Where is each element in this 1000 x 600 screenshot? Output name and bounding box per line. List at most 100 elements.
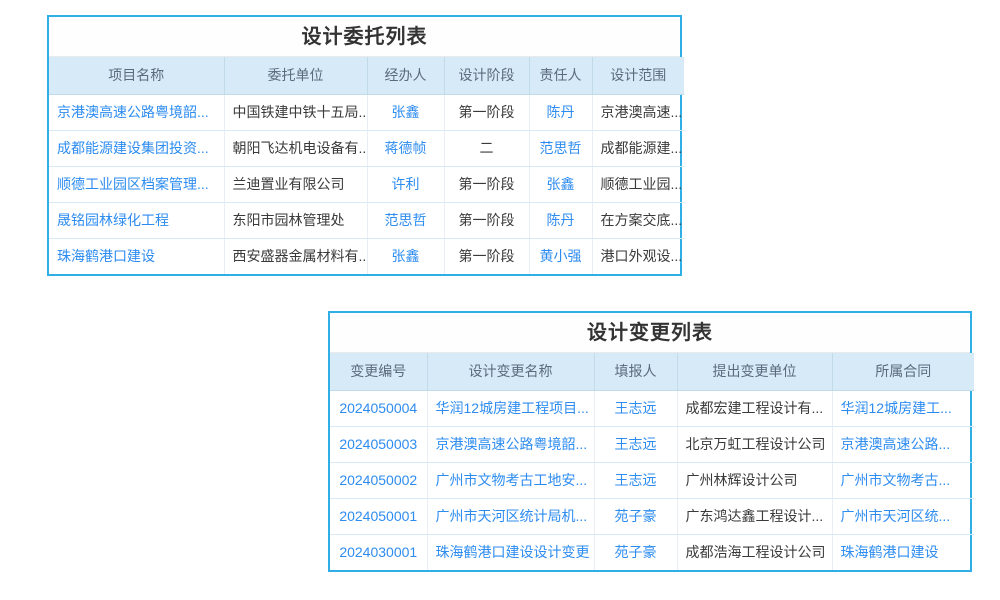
table-row: 京港澳高速公路粤境韶... 中国铁建中铁十五局... 张鑫 第一阶段 陈丹 京港澳高速..… bbox=[49, 94, 684, 130]
text-cell: 广东鸿达鑫工程设计... bbox=[677, 498, 832, 534]
link-cell: 陈丹 bbox=[529, 94, 592, 130]
cell-link[interactable]: 王志远 bbox=[615, 400, 657, 416]
text-cell: 二 bbox=[444, 130, 529, 166]
table-row: 顺德工业园区档案管理...兰迪置业有限公司许利第一阶段张鑫顺德工业园... bbox=[49, 166, 684, 202]
text-cell: 广州林辉设计公司 bbox=[677, 462, 832, 498]
cell-link[interactable]: 京港澳高速公路粤境韶... bbox=[57, 104, 209, 120]
table-row: 珠海鹤港口建设 西安盛器金属材料有... 张鑫 第一阶段黄小强港口外观设... bbox=[49, 238, 684, 274]
text-cell: 成都浩海工程设计公司 bbox=[677, 534, 832, 570]
link-cell: 珠海鹤港口建设 bbox=[49, 238, 224, 274]
design-change-header-row: 变更编号设计变更名称填报人提出变更单位所属合同 bbox=[330, 353, 974, 390]
cell-link[interactable]: 陈丹 bbox=[547, 104, 575, 120]
column-header-2: 填报人 bbox=[594, 353, 677, 390]
cell-link[interactable]: 许利 bbox=[392, 176, 420, 192]
cell-link[interactable]: 范思哲 bbox=[385, 212, 427, 228]
cell-link[interactable]: 广州市文物考古... bbox=[841, 472, 951, 488]
link-cell: 广州市文物考古... bbox=[832, 462, 974, 498]
table-row: 2024050002 广州市文物考古工地安... 王志远 广州林辉设计公司广州市文物考… bbox=[330, 462, 974, 498]
link-cell: 2024050004 bbox=[330, 390, 427, 426]
link-cell: 珠海鹤港口建设 bbox=[832, 534, 974, 570]
column-header-1: 委托单位 bbox=[224, 57, 367, 94]
text-cell: 西安盛器金属材料有... bbox=[224, 238, 367, 274]
design-commission-table: 项目名称委托单位经办人设计阶段责任人设计范围 京港澳高速公路粤境韶... 中国铁建… bbox=[49, 57, 684, 274]
text-cell: 第一阶段 bbox=[444, 94, 529, 130]
cell-link[interactable]: 京港澳高速公路粤境韶... bbox=[436, 436, 588, 452]
link-cell: 张鑫 bbox=[529, 166, 592, 202]
design-change-panel: 设计变更列表 变更编号设计变更名称填报人提出变更单位所属合同 202405000… bbox=[328, 311, 972, 572]
column-header-1: 设计变更名称 bbox=[427, 353, 594, 390]
cell-link[interactable]: 2024050002 bbox=[339, 472, 417, 488]
link-cell: 2024030001 bbox=[330, 534, 427, 570]
table-row: 2024050003京港澳高速公路粤境韶...王志远北京万虹工程设计公司京港澳高… bbox=[330, 426, 974, 462]
cell-link[interactable]: 2024050004 bbox=[339, 400, 417, 416]
cell-link[interactable]: 京港澳高速公路... bbox=[841, 436, 951, 452]
table-row: 晟铭园林绿化工程 东阳市园林管理处 范思哲 第一阶段 陈丹 在方案交底... bbox=[49, 202, 684, 238]
text-cell: 第一阶段 bbox=[444, 202, 529, 238]
column-header-3: 设计阶段 bbox=[444, 57, 529, 94]
cell-link[interactable]: 苑子豪 bbox=[615, 508, 657, 524]
link-cell: 京港澳高速公路... bbox=[832, 426, 974, 462]
design-commission-panel: 设计委托列表 项目名称委托单位经办人设计阶段责任人设计范围 京港澳高速公路粤境韶… bbox=[47, 15, 682, 276]
cell-link[interactable]: 王志远 bbox=[615, 436, 657, 452]
text-cell: 兰迪置业有限公司 bbox=[224, 166, 367, 202]
cell-link[interactable]: 广州市天河区统计局机... bbox=[436, 508, 588, 524]
link-cell: 王志远 bbox=[594, 390, 677, 426]
design-commission-header-row: 项目名称委托单位经办人设计阶段责任人设计范围 bbox=[49, 57, 684, 94]
text-cell: 东阳市园林管理处 bbox=[224, 202, 367, 238]
cell-link[interactable]: 珠海鹤港口建设 bbox=[841, 544, 939, 560]
column-header-4: 责任人 bbox=[529, 57, 592, 94]
cell-link[interactable]: 张鑫 bbox=[547, 176, 575, 192]
link-cell: 陈丹 bbox=[529, 202, 592, 238]
cell-link[interactable]: 苑子豪 bbox=[615, 544, 657, 560]
cell-link[interactable]: 晟铭园林绿化工程 bbox=[57, 212, 169, 228]
link-cell: 范思哲 bbox=[367, 202, 444, 238]
cell-link[interactable]: 蒋德帧 bbox=[385, 140, 427, 156]
link-cell: 范思哲 bbox=[529, 130, 592, 166]
text-cell: 中国铁建中铁十五局... bbox=[224, 94, 367, 130]
design-change-table: 变更编号设计变更名称填报人提出变更单位所属合同 2024050004 华润12城房… bbox=[330, 353, 974, 570]
text-cell: 在方案交底... bbox=[592, 202, 684, 238]
link-cell: 王志远 bbox=[594, 462, 677, 498]
cell-link[interactable]: 华润12城房建工程项目... bbox=[436, 400, 589, 416]
column-header-5: 设计范围 bbox=[592, 57, 684, 94]
link-cell: 2024050002 bbox=[330, 462, 427, 498]
text-cell: 港口外观设... bbox=[592, 238, 684, 274]
cell-link[interactable]: 华润12城房建工... bbox=[841, 400, 952, 416]
link-cell: 张鑫 bbox=[367, 238, 444, 274]
text-cell: 朝阳飞达机电设备有... bbox=[224, 130, 367, 166]
cell-link[interactable]: 珠海鹤港口建设 bbox=[57, 248, 155, 264]
cell-link[interactable]: 陈丹 bbox=[547, 212, 575, 228]
cell-link[interactable]: 张鑫 bbox=[392, 248, 420, 264]
link-cell: 张鑫 bbox=[367, 94, 444, 130]
link-cell: 京港澳高速公路粤境韶... bbox=[49, 94, 224, 130]
table-row: 2024030001 珠海鹤港口建设设计变更 苑子豪 成都浩海工程设计公司珠海鹤港口建… bbox=[330, 534, 974, 570]
cell-link[interactable]: 黄小强 bbox=[540, 248, 582, 264]
link-cell: 晟铭园林绿化工程 bbox=[49, 202, 224, 238]
table-row: 2024050001 广州市天河区统计局机... 苑子豪 广东鸿达鑫工程设计... 广州… bbox=[330, 498, 974, 534]
cell-link[interactable]: 2024030001 bbox=[339, 544, 417, 560]
cell-link[interactable]: 王志远 bbox=[615, 472, 657, 488]
cell-link[interactable]: 范思哲 bbox=[540, 140, 582, 156]
column-header-0: 变更编号 bbox=[330, 353, 427, 390]
cell-link[interactable]: 广州市文物考古工地安... bbox=[436, 472, 588, 488]
cell-link[interactable]: 顺德工业园区档案管理... bbox=[57, 176, 209, 192]
cell-link[interactable]: 珠海鹤港口建设设计变更 bbox=[436, 544, 590, 560]
cell-link[interactable]: 张鑫 bbox=[392, 104, 420, 120]
link-cell: 广州市天河区统... bbox=[832, 498, 974, 534]
cell-link[interactable]: 成都能源建设集团投资... bbox=[57, 140, 209, 156]
text-cell: 成都能源建... bbox=[592, 130, 684, 166]
text-cell: 成都宏建工程设计有... bbox=[677, 390, 832, 426]
link-cell: 华润12城房建工... bbox=[832, 390, 974, 426]
cell-link[interactable]: 2024050003 bbox=[339, 436, 417, 452]
cell-link[interactable]: 2024050001 bbox=[339, 508, 417, 524]
design-change-title: 设计变更列表 bbox=[330, 313, 970, 353]
link-cell: 黄小强 bbox=[529, 238, 592, 274]
link-cell: 王志远 bbox=[594, 426, 677, 462]
text-cell: 京港澳高速... bbox=[592, 94, 684, 130]
link-cell: 2024050001 bbox=[330, 498, 427, 534]
link-cell: 2024050003 bbox=[330, 426, 427, 462]
link-cell: 京港澳高速公路粤境韶... bbox=[427, 426, 594, 462]
table-row: 2024050004 华润12城房建工程项目... 王志远 成都宏建工程设计有... 华… bbox=[330, 390, 974, 426]
text-cell: 第一阶段 bbox=[444, 238, 529, 274]
cell-link[interactable]: 广州市天河区统... bbox=[841, 508, 951, 524]
